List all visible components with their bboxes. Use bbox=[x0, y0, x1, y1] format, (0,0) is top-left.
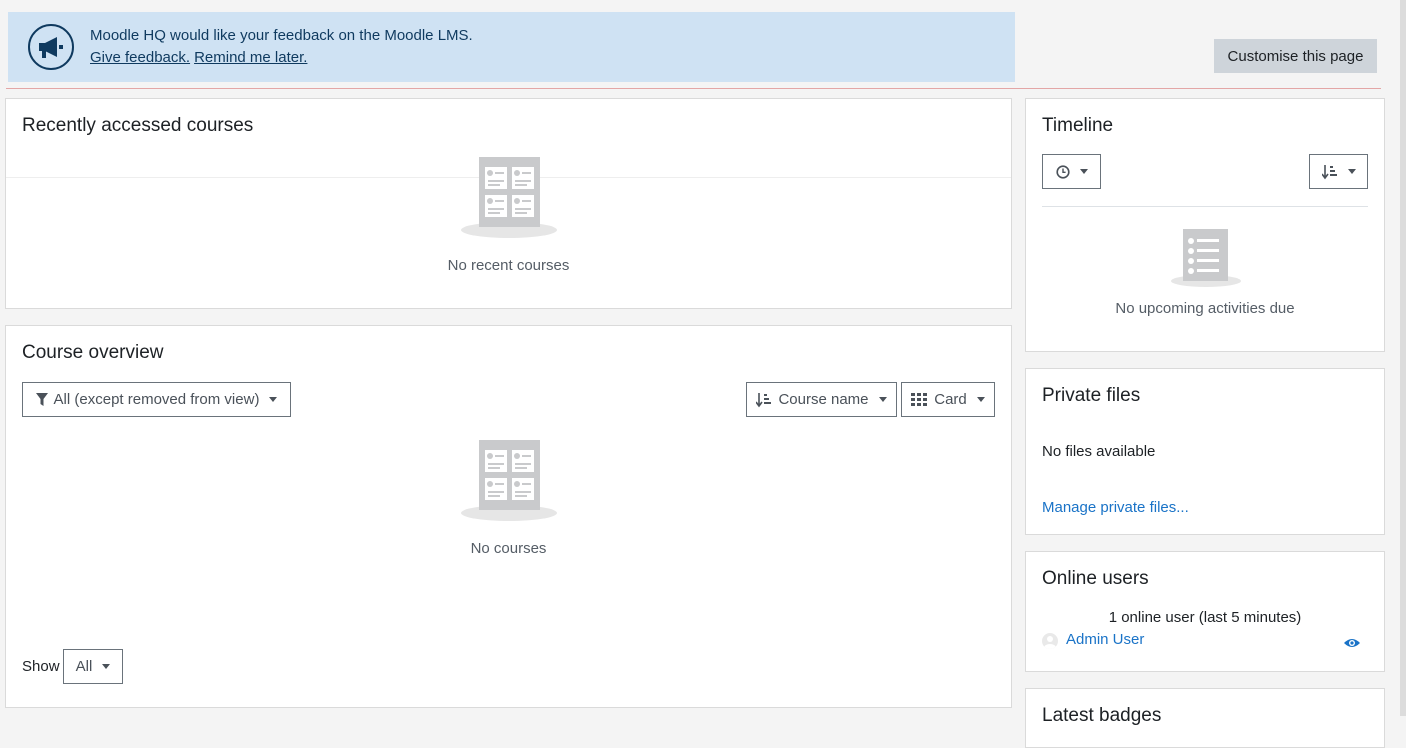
chevron-down-icon bbox=[878, 397, 887, 402]
give-feedback-link[interactable]: Give feedback. bbox=[90, 49, 190, 66]
view-label: Card bbox=[934, 391, 967, 408]
latest-badges-title: Latest badges bbox=[1042, 705, 1162, 726]
avatar bbox=[1042, 633, 1058, 649]
courses-empty-icon bbox=[461, 157, 557, 244]
online-users-summary: 1 online user (last 5 minutes) bbox=[1108, 609, 1302, 626]
course-overview-title: Course overview bbox=[22, 342, 164, 363]
timeline-filter-dropdown[interactable] bbox=[1042, 154, 1101, 189]
show-label: Show bbox=[22, 658, 60, 675]
chevron-down-icon bbox=[976, 397, 985, 402]
feedback-message: Moodle HQ would like your feedback on th… bbox=[90, 27, 473, 44]
megaphone-icon bbox=[28, 24, 74, 70]
timeline-sort-dropdown[interactable] bbox=[1309, 154, 1368, 189]
courses-empty: No courses bbox=[470, 540, 547, 557]
show-value: All bbox=[75, 658, 93, 675]
sort-icon bbox=[756, 392, 772, 407]
sort-dropdown[interactable]: Course name bbox=[746, 382, 897, 417]
private-files-empty: No files available bbox=[1042, 443, 1156, 460]
clock-icon bbox=[1055, 164, 1070, 179]
private-files-title: Private files bbox=[1042, 385, 1141, 406]
show-dropdown[interactable]: All bbox=[63, 649, 123, 684]
chevron-down-icon bbox=[102, 664, 111, 669]
divider bbox=[6, 88, 1381, 89]
chevron-down-icon bbox=[269, 397, 278, 402]
timeline-empty: No upcoming activities due bbox=[1115, 300, 1295, 317]
feedback-banner: Moodle HQ would like your feedback on th… bbox=[8, 12, 1015, 82]
online-users-title: Online users bbox=[1042, 568, 1149, 589]
grid-icon bbox=[911, 393, 928, 406]
filter-icon bbox=[35, 393, 48, 406]
chevron-down-icon bbox=[1347, 169, 1356, 174]
user-link[interactable]: Admin User bbox=[1066, 631, 1144, 648]
filter-dropdown[interactable]: All (except removed from view) bbox=[22, 382, 291, 417]
course-overview-card: Course overview All (except removed from… bbox=[5, 325, 1012, 708]
scrollbar[interactable] bbox=[1400, 0, 1406, 716]
courses-empty-icon bbox=[461, 440, 557, 527]
eye-icon[interactable] bbox=[1343, 636, 1361, 655]
divider bbox=[1042, 206, 1368, 207]
latest-badges-card: Latest badges bbox=[1025, 688, 1385, 748]
view-dropdown[interactable]: Card bbox=[901, 382, 995, 417]
activities-empty-icon bbox=[1170, 229, 1242, 294]
remind-later-link[interactable]: Remind me later. bbox=[194, 49, 307, 66]
timeline-card: Timeline No upcoming activities due bbox=[1025, 98, 1385, 352]
sort-icon bbox=[1321, 164, 1337, 179]
chevron-down-icon bbox=[1079, 169, 1088, 174]
sort-label: Course name bbox=[778, 391, 869, 408]
recent-courses-empty: No recent courses bbox=[447, 257, 570, 274]
recent-courses-title: Recently accessed courses bbox=[22, 115, 254, 136]
timeline-title: Timeline bbox=[1042, 115, 1114, 136]
filter-label: All (except removed from view) bbox=[53, 391, 260, 408]
online-users-card: Online users 1 online user (last 5 minut… bbox=[1025, 551, 1385, 672]
customise-page-button[interactable]: Customise this page bbox=[1214, 39, 1377, 73]
manage-private-files-link[interactable]: Manage private files... bbox=[1042, 499, 1189, 516]
private-files-card: Private files No files available Manage … bbox=[1025, 368, 1385, 535]
recent-courses-card: Recently accessed courses No recent cour… bbox=[5, 98, 1012, 309]
